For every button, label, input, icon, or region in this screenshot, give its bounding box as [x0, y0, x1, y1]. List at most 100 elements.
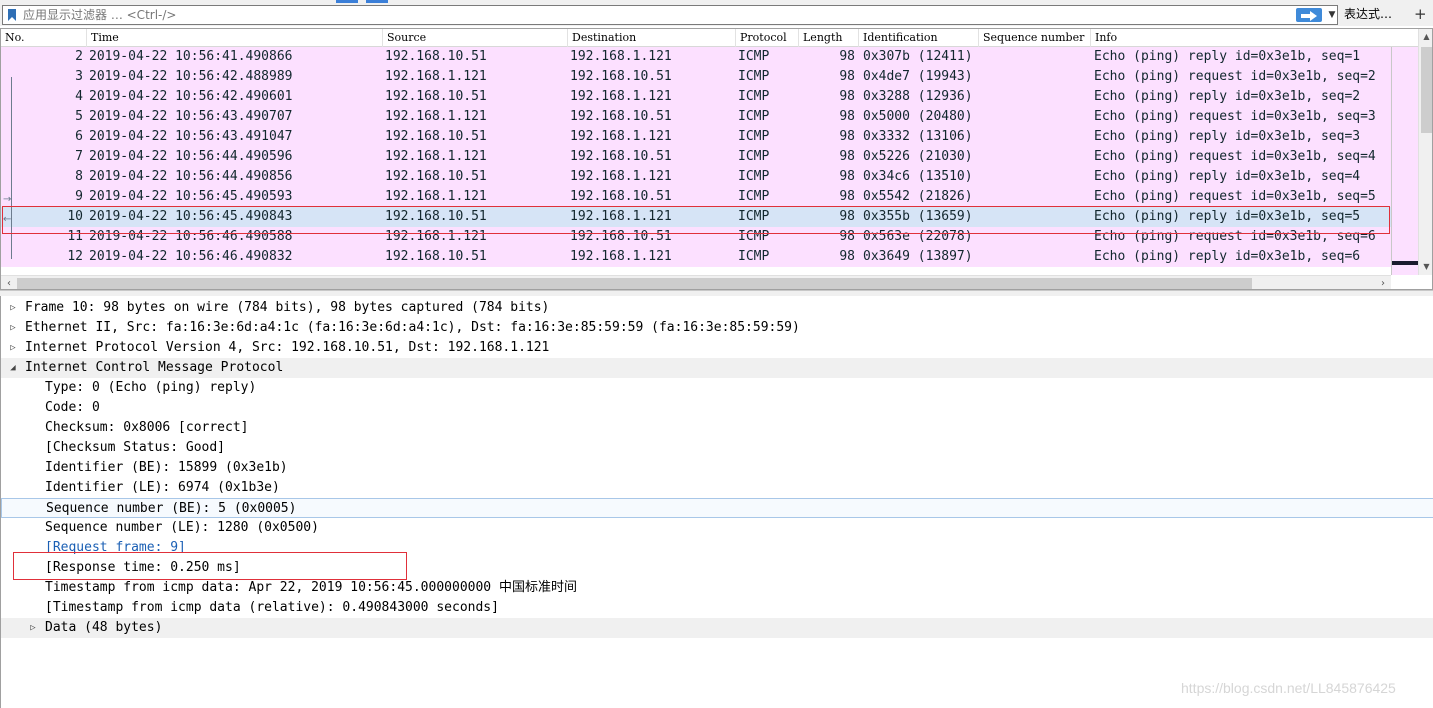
detail-tree-item[interactable]: Timestamp from icmp data: Apr 22, 2019 1…	[1, 578, 1433, 598]
detail-tree-label: Code: 0	[45, 400, 100, 415]
scroll-thumb[interactable]	[1421, 47, 1432, 133]
packet-row[interactable]: 4 2019-04-22 10:56:42.490601 192.168.10.51…	[1, 87, 1391, 107]
detail-tree-item[interactable]: Checksum: 0x8006 [correct]	[1, 418, 1433, 438]
collapsed-arrow-icon[interactable]: ▷	[7, 318, 19, 338]
packet-cell-info: Echo (ping) reply id=0x3e1b, seq=6	[1094, 249, 1361, 264]
packet-cell-ident: 0x34c6 (13510)	[863, 169, 973, 184]
column-header-length[interactable]: Length	[799, 29, 859, 47]
detail-tree-item[interactable]: [Checksum Status: Good]	[1, 438, 1433, 458]
packet-cell-proto: ICMP	[738, 89, 770, 104]
detail-tree-item[interactable]: Type: 0 (Echo (ping) reply)	[1, 378, 1433, 398]
packet-cell-len: 98	[839, 249, 855, 264]
packet-cell-len: 98	[839, 49, 855, 64]
detail-tree-item[interactable]: ▷ Ethernet II, Src: fa:16:3e:6d:a4:1c (fa…	[1, 318, 1433, 338]
packet-cell-src: 192.168.10.51	[385, 89, 487, 104]
column-header-destination[interactable]: Destination	[568, 29, 736, 47]
scroll-thumb[interactable]	[17, 278, 1252, 289]
column-header-no[interactable]: No.	[1, 29, 87, 47]
packet-cell-info: Echo (ping) request id=0x3e1b, seq=3	[1094, 109, 1376, 124]
scroll-up-icon[interactable]: ▲	[1419, 29, 1432, 45]
detail-tree-item[interactable]: ▷ Internet Protocol Version 4, Src: 192.1…	[1, 338, 1433, 358]
packet-row[interactable]: 12 2019-04-22 10:56:46.490832 192.168.10.5…	[1, 247, 1391, 267]
detail-tree-item[interactable]: Sequence number (BE): 5 (0x0005)	[1, 498, 1433, 518]
packet-cell-no: 3	[75, 69, 83, 84]
packet-cell-seq	[981, 147, 1091, 167]
packet-cell-seq	[981, 247, 1091, 267]
expanded-arrow-icon[interactable]: ◢	[7, 358, 19, 378]
packet-row[interactable]: 2 2019-04-22 10:56:41.490866 192.168.10.51…	[1, 47, 1391, 67]
detail-tree-item[interactable]: [Response time: 0.250 ms]	[1, 558, 1433, 578]
packet-list-horizontal-scrollbar[interactable]: ‹ ›	[1, 275, 1391, 289]
packet-row[interactable]: 9 2019-04-22 10:56:45.490593 192.168.1.121…	[1, 187, 1391, 207]
packet-cell-ident: 0x3649 (13897)	[863, 249, 973, 264]
collapsed-arrow-icon[interactable]: ▷	[27, 618, 39, 638]
add-filter-button[interactable]: +	[1414, 5, 1427, 23]
packet-cell-time: 2019-04-22 10:56:44.490856	[89, 169, 293, 184]
packet-cell-info: Echo (ping) reply id=0x3e1b, seq=5	[1094, 209, 1361, 224]
packet-cell-proto: ICMP	[738, 149, 770, 164]
packet-cell-proto: ICMP	[738, 189, 770, 204]
detail-tree-item[interactable]: ▷ Frame 10: 98 bytes on wire (784 bits), …	[1, 298, 1433, 318]
packet-cell-src: 192.168.1.121	[385, 149, 487, 164]
packet-cell-info: Echo (ping) reply id=0x3e1b, seq=2	[1094, 89, 1361, 104]
detail-tree-label: Internet Protocol Version 4, Src: 192.16…	[25, 340, 550, 355]
column-header-protocol[interactable]: Protocol	[736, 29, 799, 47]
detail-tree-label: [Request frame: 9]	[45, 540, 186, 555]
packet-row[interactable]: 8 2019-04-22 10:56:44.490856 192.168.10.51…	[1, 167, 1391, 187]
toolbar-icon[interactable]	[336, 0, 358, 3]
packet-row[interactable]: 3 2019-04-22 10:56:42.488989 192.168.1.121…	[1, 67, 1391, 87]
packet-cell-no: 8	[75, 169, 83, 184]
detail-tree-item[interactable]: Identifier (BE): 15899 (0x3e1b)	[1, 458, 1433, 478]
packet-cell-dst: 192.168.1.121	[570, 129, 672, 144]
collapsed-arrow-icon[interactable]: ▷	[7, 298, 19, 318]
packet-row[interactable]: 11 2019-04-22 10:56:46.490588 192.168.1.12…	[1, 227, 1391, 247]
packet-list-vertical-scrollbar[interactable]: ▲ ▼	[1418, 29, 1432, 275]
scroll-right-icon[interactable]: ›	[1375, 276, 1391, 289]
detail-tree-item[interactable]: [Timestamp from icmp data (relative): 0.…	[1, 598, 1433, 618]
packet-cell-len: 98	[839, 149, 855, 164]
column-header-identification[interactable]: Identification	[859, 29, 979, 47]
detail-tree-item[interactable]: ▷ Data (48 bytes)	[1, 618, 1433, 638]
packet-cell-seq	[981, 87, 1091, 107]
apply-filter-button[interactable]	[1296, 8, 1322, 22]
detail-tree-item[interactable]: Identifier (LE): 6974 (0x1b3e)	[1, 478, 1433, 498]
packet-cell-time: 2019-04-22 10:56:42.488989	[89, 69, 293, 84]
packet-cell-len: 98	[839, 69, 855, 84]
packet-cell-len: 98	[839, 89, 855, 104]
column-header-info[interactable]: Info	[1091, 29, 1418, 47]
packet-row[interactable]: 5 2019-04-22 10:56:43.490707 192.168.1.121…	[1, 107, 1391, 127]
display-filter-field[interactable]: 应用显示过滤器 … <Ctrl-/> ▼	[2, 5, 1338, 25]
column-header-sequence-number[interactable]: Sequence number	[979, 29, 1091, 47]
packet-cell-ident: 0x5000 (20480)	[863, 109, 973, 124]
column-header-source[interactable]: Source	[383, 29, 568, 47]
related-request-arrow-icon: →	[3, 194, 12, 205]
detail-tree-label: Type: 0 (Echo (ping) reply)	[45, 380, 257, 395]
packet-row-selected[interactable]: 10 2019-04-22 10:56:45.490843 192.168.10.5…	[1, 207, 1391, 227]
related-reply-arrow-icon: ←	[3, 214, 12, 225]
detail-tree-item[interactable]: Sequence number (LE): 1280 (0x0500)	[1, 518, 1433, 538]
packet-cell-ident: 0x5542 (21826)	[863, 189, 973, 204]
packet-minimap[interactable]	[1391, 47, 1419, 275]
collapsed-arrow-icon[interactable]: ▷	[7, 338, 19, 358]
packet-row[interactable]: 7 2019-04-22 10:56:44.490596 192.168.1.121…	[1, 147, 1391, 167]
toolbar-icon[interactable]	[366, 0, 388, 3]
packet-cell-info: Echo (ping) reply id=0x3e1b, seq=4	[1094, 169, 1361, 184]
packet-cell-len: 98	[839, 229, 855, 244]
display-filter-input[interactable]: 应用显示过滤器 … <Ctrl-/>	[23, 7, 176, 23]
detail-link-item[interactable]: [Request frame: 9]	[1, 538, 1433, 558]
packet-cell-proto: ICMP	[738, 229, 770, 244]
expression-button[interactable]: 表达式…	[1344, 6, 1392, 22]
detail-tree-label: Frame 10: 98 bytes on wire (784 bits), 9…	[25, 300, 550, 315]
packet-cell-proto: ICMP	[738, 109, 770, 124]
detail-tree-label: Identifier (LE): 6974 (0x1b3e)	[45, 480, 280, 495]
scroll-left-icon[interactable]: ‹	[1, 276, 17, 289]
detail-tree-label: Data (48 bytes)	[45, 620, 163, 635]
scroll-down-icon[interactable]: ▼	[1419, 259, 1432, 275]
detail-tree-item[interactable]: Code: 0	[1, 398, 1433, 418]
filter-history-dropdown[interactable]: ▼	[1325, 7, 1339, 23]
column-header-time[interactable]: Time	[87, 29, 383, 47]
bookmark-icon[interactable]	[5, 8, 19, 22]
detail-tree-item[interactable]: ◢ Internet Control Message Protocol	[1, 358, 1433, 378]
packet-row[interactable]: 6 2019-04-22 10:56:43.491047 192.168.10.51…	[1, 127, 1391, 147]
packet-cell-proto: ICMP	[738, 209, 770, 224]
